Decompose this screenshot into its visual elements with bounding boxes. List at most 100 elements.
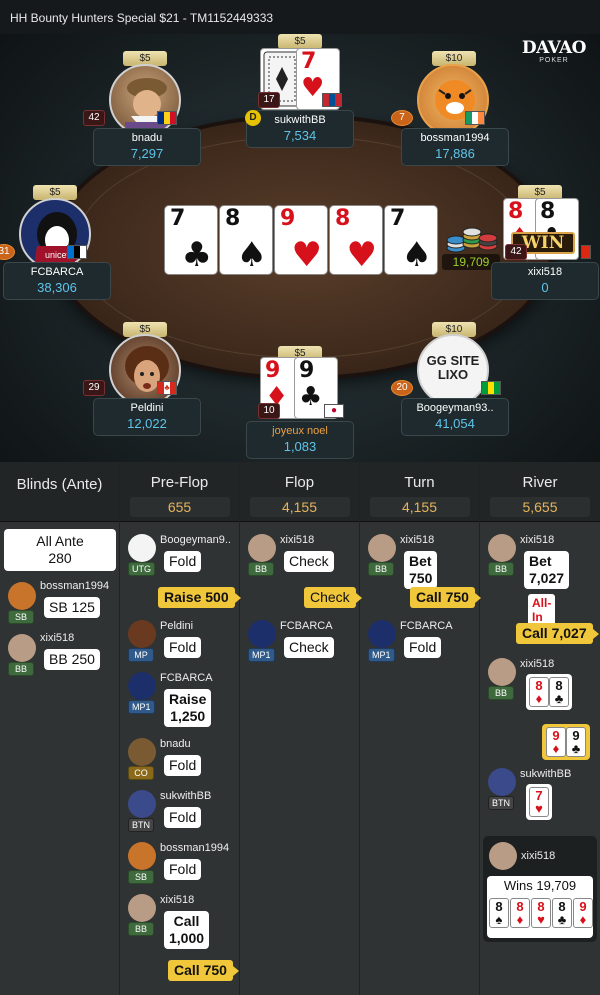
street-name: Flop — [284, 474, 315, 491]
avatar: GG SITE LIXO — [417, 334, 489, 406]
street-name: Blinds (Ante) — [16, 476, 103, 493]
player-name: Peldini — [130, 402, 164, 414]
avatar — [248, 620, 276, 648]
ante-box: All Ante 280 — [4, 529, 116, 571]
avatar — [128, 738, 156, 766]
player-name: bnadu — [160, 738, 191, 750]
street-pot: 4,155 — [249, 497, 350, 517]
logo-subtext: POKER — [539, 57, 569, 64]
seat-joyeux-noel[interactable]: 9 ♦ 9 ♣ 10 ● joyeux noel 1,083 — [240, 357, 360, 459]
level-badge: 17 — [258, 92, 280, 108]
board-card: 8 ♥ — [329, 205, 383, 275]
street-name: Pre-Flop — [150, 474, 209, 491]
position-badge: BTN — [488, 796, 514, 810]
avatar — [109, 64, 181, 136]
position-badge: BB — [488, 686, 514, 700]
avatar — [8, 582, 36, 610]
avatar — [417, 64, 489, 136]
street-column-turn: Turn 4,155 BB xixi518 Bet 750 Call 750 M… — [360, 462, 481, 995]
player-stack: 17,886 — [435, 146, 475, 161]
seat-bnadu[interactable]: 42 bnadu 7,297 — [83, 64, 207, 166]
avatar — [128, 790, 156, 818]
shown-cards: 8 ♦ 8 ♣ — [526, 674, 572, 710]
street-column-preflop: Pre-Flop 655 UTG Boogeyman9.. Fold Raise… — [120, 462, 241, 995]
player-plate: bossman1994 17,886 — [401, 128, 509, 166]
card-rank: 8 — [555, 678, 563, 693]
flag-icon: ● — [324, 404, 344, 418]
street-pot: 655 — [129, 497, 230, 517]
card-suit: ♠ — [236, 235, 267, 275]
avatar — [488, 534, 516, 562]
player-plate: FCBARCA 38,306 — [3, 262, 111, 300]
card-suit: ♦ — [552, 741, 560, 756]
table-area: HH Bounty Hunters Special $21 - TM115244… — [0, 0, 600, 462]
player-name: joyeux noel — [272, 425, 328, 437]
card-rank: 8 — [335, 206, 351, 231]
avatar — [109, 334, 181, 406]
avatar — [128, 534, 156, 562]
avatar — [128, 672, 156, 700]
player-name: FCBARCA — [30, 266, 84, 278]
seat-xixi518[interactable]: 8♦ 8♣ WIN 42 xixi518 0 — [485, 198, 600, 300]
seat-bossman1994[interactable]: 7 bossman1994 17,886 — [391, 64, 515, 166]
logo-text: DAVAO — [521, 38, 587, 58]
shown-cards-joyeux: 9 ♦ 9 ♣ — [542, 724, 590, 760]
avatar — [128, 620, 156, 648]
seat-Peldini[interactable]: 29 ♣ Peldini 12,022 — [83, 334, 207, 436]
player-name: bnadu — [131, 132, 163, 144]
street-column-blinds: Blinds (Ante) All Ante 280 SB bossman199… — [0, 462, 120, 995]
card-suit: ♥ — [537, 912, 545, 927]
avatar — [128, 894, 156, 922]
player-plate: Peldini 12,022 — [93, 398, 201, 436]
card-rank: 7 — [301, 49, 317, 74]
street-column-flop: Flop 4,155 BB xixi518 Check Check MP1 FC… — [240, 462, 362, 995]
hand-history-panel: Blinds (Ante) All Ante 280 SB bossman199… — [0, 462, 600, 995]
street-header: Blinds (Ante) — [0, 462, 119, 522]
player-plate: sukwithBB 7,534 — [246, 110, 354, 148]
card-rank: 8 — [540, 199, 556, 224]
street-header: Turn 4,155 — [360, 462, 479, 522]
player-name: sukwithBB — [274, 114, 326, 126]
street-name: Turn — [404, 474, 435, 491]
player-name: xixi518 — [160, 894, 195, 906]
card-suit: ♣ — [181, 235, 212, 275]
action-bubble: Bet 7,027 — [524, 551, 570, 589]
mini-card: 9 ♦ — [573, 898, 593, 928]
ante-amount: 280 — [48, 550, 72, 566]
player-plate: Boogeyman93.. 41,054 — [401, 398, 509, 436]
card-rank: 8 — [535, 678, 543, 693]
avatar — [488, 658, 516, 686]
call-bubble: Call 7,027 — [516, 623, 599, 644]
player-stack: 7,297 — [130, 146, 164, 161]
player-name: bossman1994 — [160, 842, 230, 854]
position-badge: BB — [368, 562, 394, 576]
avatar — [248, 534, 276, 562]
player-name: bossman1994 — [420, 132, 490, 144]
card-suit: ♠ — [495, 912, 503, 927]
position-badge: CO — [128, 766, 154, 780]
action-bubble: Fold — [164, 637, 202, 658]
card-suit: ♥ — [346, 235, 377, 275]
street-header: Flop 4,155 — [240, 462, 359, 522]
mini-card: 8 ♦ — [529, 677, 549, 707]
card-rank: 8 — [558, 899, 566, 914]
card-suit: ♣ — [299, 382, 323, 412]
seat-sukwithBB[interactable]: 7 ♥ 17 sukwithBB 7,534 — [240, 46, 360, 148]
player-name: bossman1994 — [40, 580, 110, 592]
winning-hand: Wins 19,709 8 ♠ 8 ♦ 8 ♥ 8 ♣ 9 ♦ — [487, 876, 593, 938]
flag-icon — [322, 93, 342, 107]
seat-Boogeyman93[interactable]: GG SITE LIXO 20 Boogeyman93.. 41,054 — [391, 334, 515, 436]
card-rank: 7 — [390, 206, 406, 231]
winner-box: xixi518 Wins 19,709 8 ♠ 8 ♦ 8 ♥ 8 ♣ 9 ♦ — [483, 836, 597, 942]
action-bb: BB xixi518 BB 250 — [4, 632, 120, 692]
card-suit: ♥ — [535, 801, 543, 816]
card-suit: ♣ — [557, 912, 567, 927]
player-name: Boogeyman9.. — [160, 534, 231, 546]
player-name: xixi518 — [520, 534, 555, 546]
seat-FCBARCA[interactable]: unicef 31 FCBARCA 38,306 — [0, 198, 117, 300]
player-name: xixi518 — [520, 658, 555, 670]
card-suit: ♥ — [291, 235, 322, 275]
player-name: xixi518 — [400, 534, 435, 546]
card-rank: 9 — [579, 899, 587, 914]
mini-card: 8 ♣ — [549, 677, 569, 707]
